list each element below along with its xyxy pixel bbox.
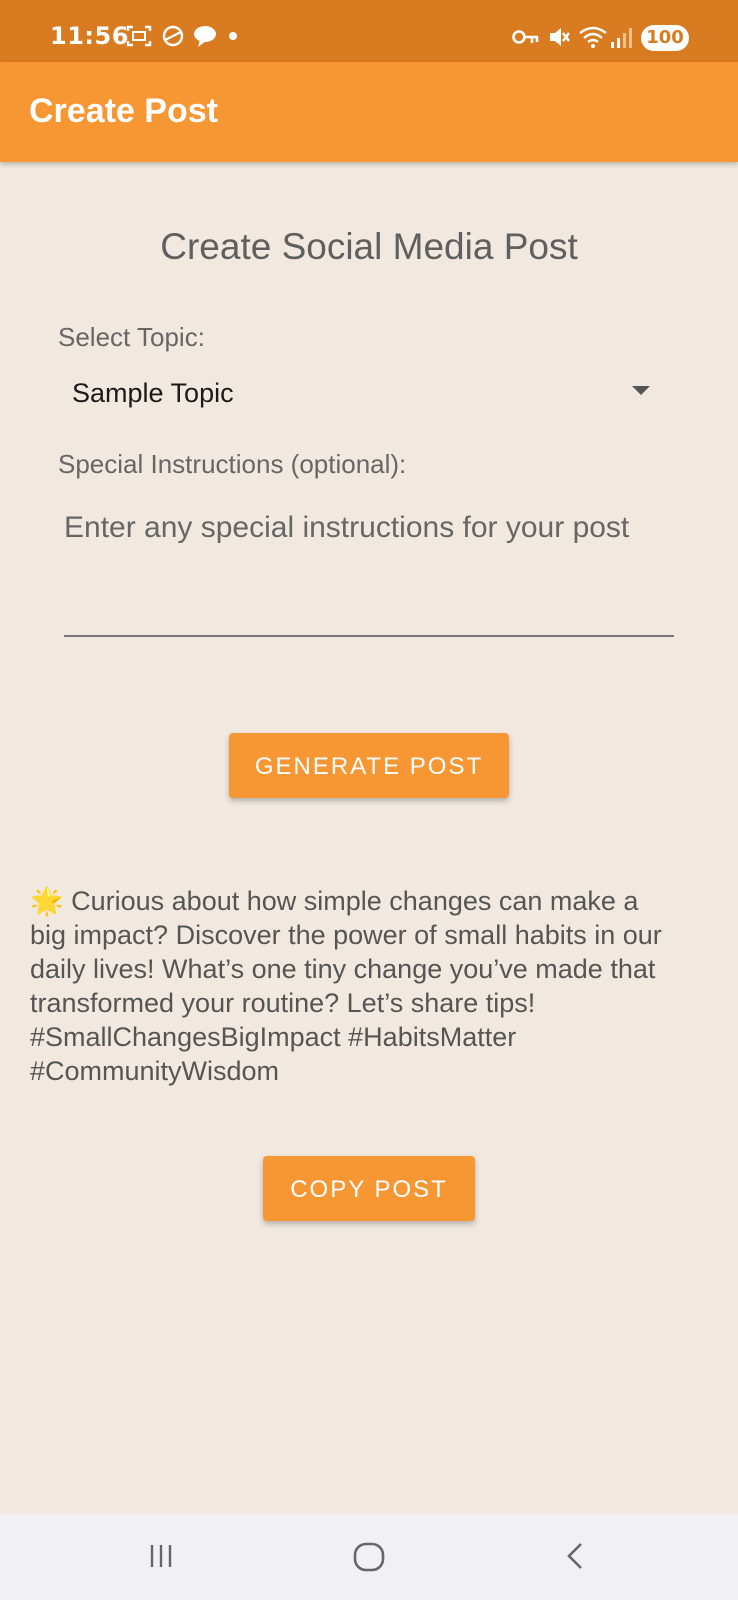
app-bar-title: Create Post [29, 92, 218, 130]
generated-post-text: 🌟 Curious about how simple changes can m… [30, 884, 680, 1088]
wifi-icon [579, 26, 607, 48]
status-bar: 11:56 100 [0, 0, 738, 62]
back-icon[interactable] [563, 1541, 587, 1573]
generate-post-button[interactable]: GENERATE POST [229, 733, 509, 798]
instructions-input[interactable] [64, 505, 674, 637]
topic-label: Select Topic: [58, 322, 205, 352]
home-icon[interactable] [352, 1541, 386, 1575]
copy-post-button[interactable]: COPY POST [263, 1156, 475, 1221]
star-emoji-icon: 🌟 [30, 886, 64, 916]
page-heading: Create Social Media Post [160, 226, 578, 267]
topic-dropdown-value: Sample Topic [72, 378, 234, 408]
dropdown-arrow-icon [632, 386, 650, 395]
instructions-label: Special Instructions (optional): [58, 449, 407, 479]
recent-apps-icon[interactable] [146, 1541, 176, 1571]
topic-dropdown[interactable]: Sample Topic [58, 366, 654, 418]
battery-level: 100 [641, 25, 689, 51]
mute-icon [550, 28, 570, 46]
vpn-key-icon [512, 30, 539, 44]
app-bar: Create Post [0, 62, 738, 162]
system-nav-bar [0, 1514, 738, 1600]
generated-post-body: Curious about how simple changes can mak… [30, 886, 662, 1086]
signal-icon [611, 28, 632, 48]
status-system-icons: 100 [0, 0, 738, 62]
